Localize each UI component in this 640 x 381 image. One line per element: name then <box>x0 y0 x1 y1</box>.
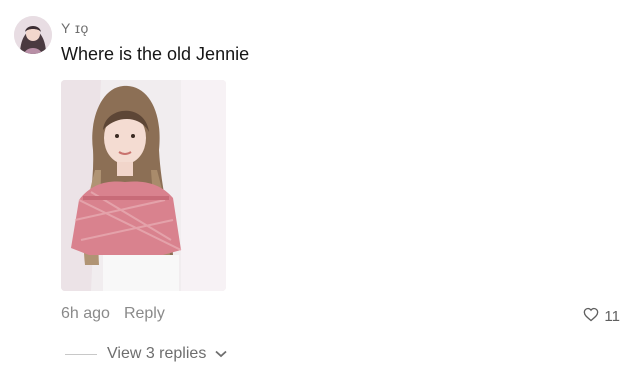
replies-divider <box>65 353 97 355</box>
comment-item: Y ɪǫ Where is the old Jennie 6h ago Repl… <box>0 0 640 381</box>
comment-timestamp: 6h ago <box>61 305 110 322</box>
username[interactable]: Y ɪǫ <box>61 20 89 36</box>
avatar[interactable] <box>14 16 52 54</box>
reply-button[interactable]: Reply <box>124 305 165 323</box>
comment-attached-photo[interactable] <box>61 80 226 291</box>
like-count: 11 <box>604 308 620 325</box>
like-button[interactable]: 11 <box>583 307 620 326</box>
comment-text: Where is the old Jennie <box>61 44 250 64</box>
view-replies-label: View 3 replies <box>107 345 207 362</box>
heart-outline-icon <box>583 307 599 326</box>
chevron-down-icon <box>215 350 227 358</box>
view-replies-button[interactable]: View 3 replies <box>65 345 227 363</box>
comment-meta: 6h ago Reply <box>61 305 165 323</box>
